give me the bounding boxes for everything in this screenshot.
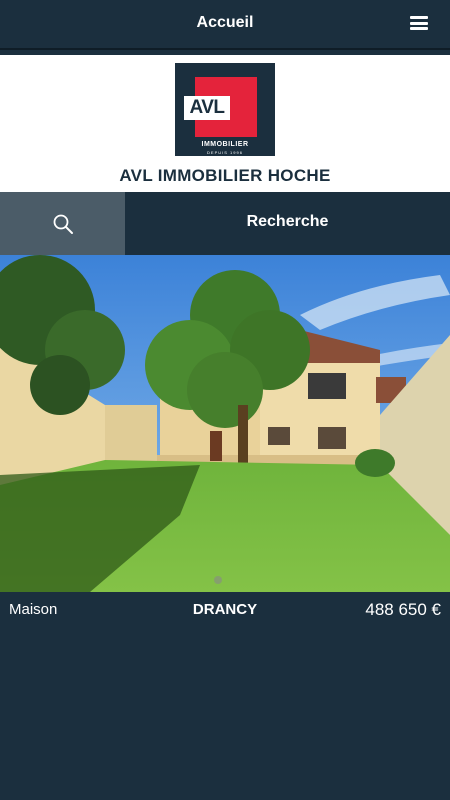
agency-logo: AVL IMMOBILIER DEPUIS 1996 bbox=[175, 63, 275, 156]
search-icon bbox=[53, 214, 73, 234]
listing-price: 488 650 € bbox=[365, 600, 441, 619]
agency-name: AVL IMMOBILIER HOCHE bbox=[119, 166, 331, 185]
page-title: Accueil bbox=[196, 14, 254, 31]
search-button[interactable] bbox=[0, 192, 125, 255]
logo-subtitle: IMMOBILIER bbox=[201, 141, 249, 148]
listing-photo[interactable] bbox=[0, 255, 450, 592]
house-photo-image bbox=[0, 255, 450, 592]
search-bar: Recherche bbox=[0, 192, 450, 255]
recherche-label: Recherche bbox=[246, 213, 329, 230]
logo-text: AVL bbox=[184, 96, 230, 120]
logo-tagline: DEPUIS 1996 bbox=[207, 150, 243, 155]
hamburger-menu-icon[interactable] bbox=[410, 16, 428, 30]
top-bar: Accueil bbox=[0, 0, 450, 50]
agency-header: AVL IMMOBILIER DEPUIS 1996 AVL IMMOBILIE… bbox=[0, 55, 450, 192]
listing-info[interactable]: Maison DRANCY 488 650 € bbox=[0, 592, 450, 626]
recherche-button[interactable]: Recherche bbox=[125, 192, 450, 255]
